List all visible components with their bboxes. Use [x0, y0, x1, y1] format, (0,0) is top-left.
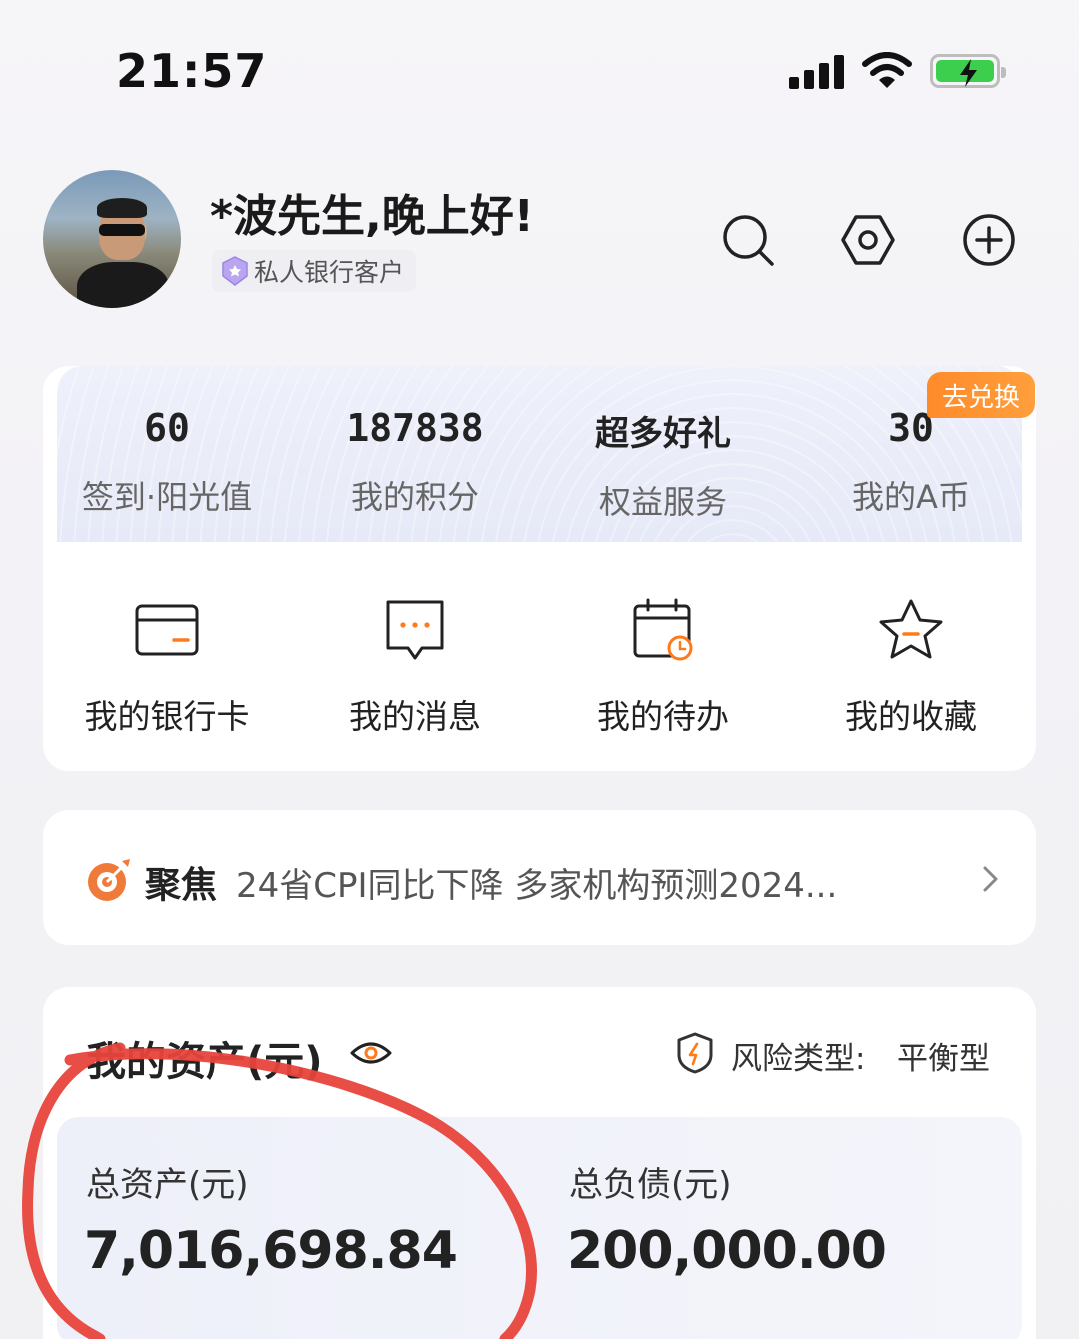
avatar[interactable] [43, 170, 181, 308]
risk-type-value[interactable]: 平衡型 [897, 1033, 990, 1078]
vip-shield-icon [222, 256, 248, 286]
point-label: 我的A币 [852, 478, 970, 516]
settings-icon[interactable] [840, 212, 896, 268]
total-liabilities-label: 总负债(元) [569, 1165, 732, 1205]
cellular-signal-icon [789, 55, 845, 89]
points-card: 60 签到·阳光值 187838 我的积分 超多好礼 权益服务 30 我的A币 … [43, 366, 1036, 771]
news-headline[interactable]: 24省CPI同比下降 多家机构预测2024... [236, 858, 956, 907]
news-card[interactable]: 聚焦 24省CPI同比下降 多家机构预测2024... [43, 810, 1036, 945]
eye-icon[interactable] [349, 1033, 393, 1073]
bank-card-icon [135, 604, 199, 656]
assets-card: 我的资产(元) 风险类型: 平衡型 总资产(元) 7,016,698.84 总负… [43, 987, 1036, 1339]
quick-action-label: 我的消息 [349, 697, 481, 736]
search-icon[interactable] [720, 212, 776, 268]
quick-action-favorites[interactable]: 我的收藏 [787, 596, 1035, 738]
quick-action-label: 我的待办 [597, 697, 729, 736]
wifi-icon [862, 52, 912, 88]
point-value: 60 [144, 406, 190, 450]
focus-target-icon [88, 859, 130, 901]
assets-title: 我的资产(元) [86, 1039, 323, 1085]
point-item-points[interactable]: 187838 我的积分 [291, 406, 539, 518]
battery-icon [930, 54, 1006, 88]
greeting-text: *波先生,晚上好! [210, 191, 534, 242]
add-icon[interactable] [961, 212, 1017, 268]
quick-action-todo[interactable]: 我的待办 [539, 596, 787, 738]
message-icon [386, 600, 444, 660]
point-label: 权益服务 [598, 483, 727, 521]
tier-label: 私人银行客户 [254, 258, 405, 287]
assets-summary: 总资产(元) 7,016,698.84 总负债(元) 200,000.00 [57, 1117, 1022, 1339]
risk-type-label: 风险类型: [731, 1041, 866, 1077]
calendar-clock-icon [633, 598, 693, 661]
point-item-benefits[interactable]: 超多好礼 权益服务 [539, 406, 787, 523]
status-time: 21:57 [116, 44, 268, 98]
point-label: 我的积分 [350, 478, 479, 516]
tier-badge[interactable]: 私人银行客户 [212, 250, 417, 292]
quick-action-messages[interactable]: 我的消息 [291, 596, 539, 738]
quick-action-label: 我的银行卡 [84, 697, 250, 736]
chevron-right-icon[interactable] [975, 862, 1005, 896]
quick-action-bank-card[interactable]: 我的银行卡 [43, 596, 291, 738]
exchange-badge[interactable]: 去兑换 [927, 372, 1035, 418]
total-assets-value[interactable]: 7,016,698.84 [84, 1221, 458, 1281]
star-icon [879, 599, 943, 659]
point-label: 签到·阳光值 [81, 478, 253, 516]
quick-action-label: 我的收藏 [845, 697, 977, 736]
total-liabilities-value[interactable]: 200,000.00 [567, 1221, 887, 1281]
total-assets-label: 总资产(元) [86, 1165, 249, 1205]
point-value: 187838 [346, 406, 484, 450]
point-item-sunshine[interactable]: 60 签到·阳光值 [43, 406, 291, 518]
news-tag: 聚焦 [145, 865, 218, 906]
point-value: 超多好礼 [595, 414, 731, 454]
point-item-a-coin[interactable]: 30 我的A币 [787, 406, 1035, 518]
risk-shield-icon [677, 1032, 713, 1074]
